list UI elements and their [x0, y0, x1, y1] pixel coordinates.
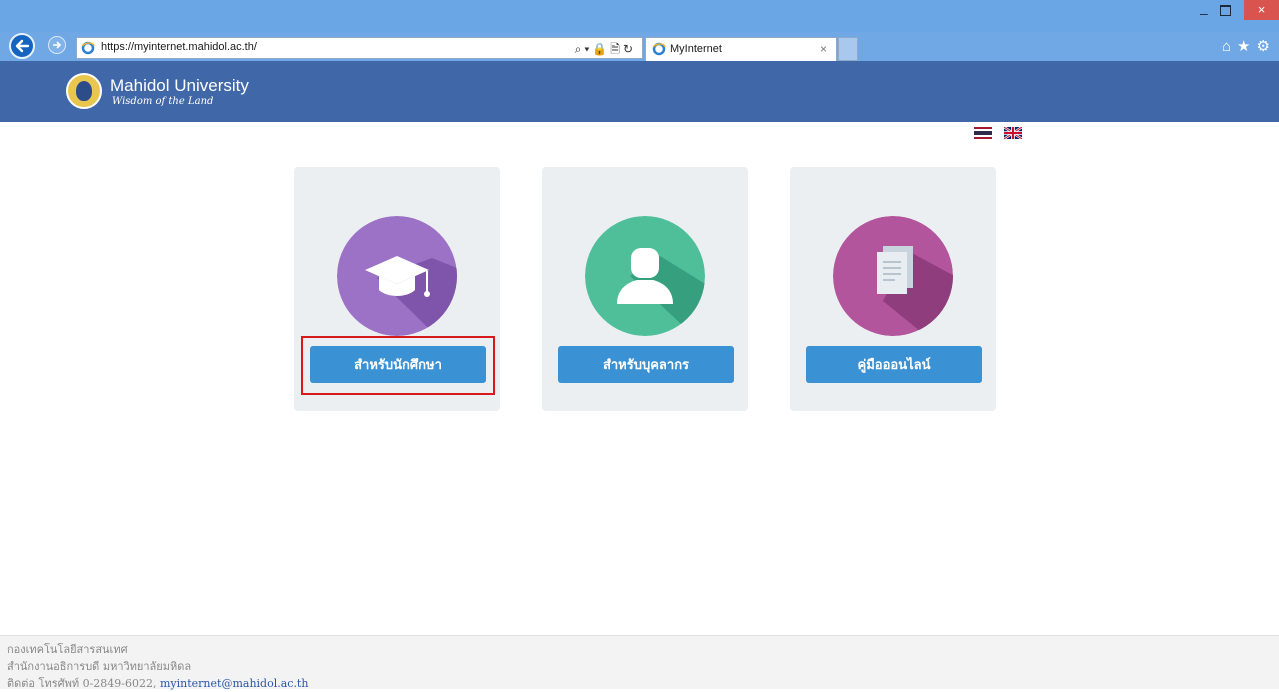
- forward-button[interactable]: [48, 36, 66, 54]
- arrow-left-icon: [15, 39, 30, 53]
- footer-phone: ติดต่อ โทรศัพท์ 0-2849-6022,: [7, 677, 160, 690]
- new-tab-button[interactable]: [838, 37, 858, 61]
- brand-name: Mahidol University: [110, 76, 249, 95]
- uk-flag-icon[interactable]: [1004, 127, 1022, 139]
- footer: กองเทคโนโลยีสารสนเทศ สำนักงานอธิการบดี ม…: [0, 635, 1279, 692]
- arrow-right-icon: [53, 41, 62, 49]
- ie-icon: [81, 41, 95, 55]
- thai-flag-icon[interactable]: [974, 127, 992, 139]
- person-icon: [585, 216, 705, 336]
- manual-card: คู่มือออนไลน์: [790, 167, 996, 411]
- university-seal-logo[interactable]: [66, 73, 102, 109]
- footer-email-link[interactable]: myinternet@mahidol.ac.th: [160, 677, 308, 690]
- footer-contact: ติดต่อ โทรศัพท์ 0-2849-6022, myinternet@…: [7, 674, 308, 692]
- student-icon-circle: [337, 216, 457, 336]
- staff-card: สำหรับบุคลากร: [542, 167, 748, 411]
- footer-org: กองเทคโนโลยีสารสนเทศ: [7, 643, 128, 656]
- document-icon: [833, 216, 953, 336]
- address-tools-icon[interactable]: ⌕▾🔒🗎↻: [575, 40, 636, 61]
- minimize-button[interactable]: –: [1200, 5, 1208, 21]
- tab-title: MyInternet: [670, 43, 722, 55]
- ie-icon: [652, 42, 666, 56]
- restore-button[interactable]: [1220, 5, 1231, 16]
- address-bar[interactable]: https://myinternet.mahidol.ac.th/ ⌕▾🔒🗎↻: [76, 37, 643, 59]
- back-button[interactable]: [9, 33, 35, 59]
- tab-myinternet[interactable]: MyInternet ×: [645, 37, 837, 61]
- url-text[interactable]: https://myinternet.mahidol.ac.th/: [101, 41, 257, 53]
- graduation-cap-icon: [337, 216, 457, 336]
- tab-close-button[interactable]: ×: [820, 42, 827, 56]
- home-favorites-settings-icons[interactable]: ⌂★⚙: [1222, 37, 1276, 55]
- title-bar: [0, 0, 1279, 32]
- brand-tagline: Wisdom of the Land: [112, 96, 214, 107]
- manual-icon-circle: [833, 216, 953, 336]
- staff-button[interactable]: สำหรับบุคลากร: [558, 346, 734, 383]
- manual-button[interactable]: คู่มือออนไลน์: [806, 346, 982, 383]
- highlight-box: [301, 336, 495, 395]
- staff-icon-circle: [585, 216, 705, 336]
- footer-office: สำนักงานอธิการบดี มหาวิทยาลัยมหิดล: [7, 660, 192, 673]
- close-window-button[interactable]: ×: [1244, 0, 1279, 20]
